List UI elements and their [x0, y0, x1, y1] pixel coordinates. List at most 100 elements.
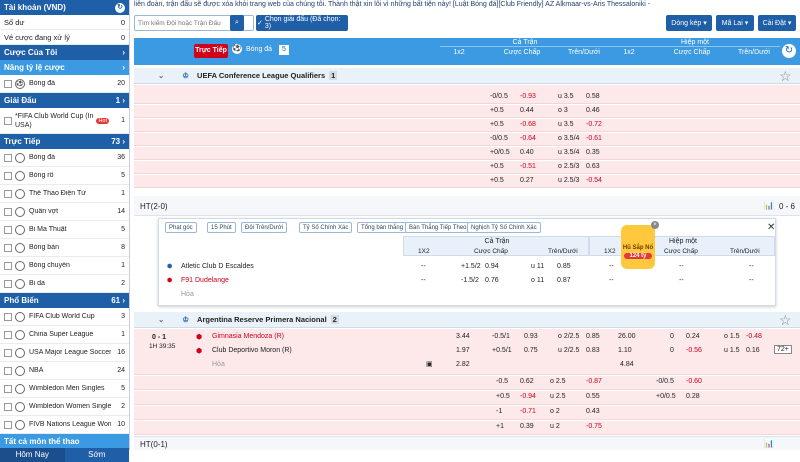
odds-value[interactable]: +1.5/2	[461, 263, 481, 270]
sidebar-item[interactable]: USA Major League Soccer 16	[0, 344, 129, 362]
sidebar-item[interactable]: Bóng đá 36	[0, 149, 129, 167]
chevron-down-icon[interactable]: ⌄	[158, 71, 164, 80]
odds-value[interactable]: 0.24	[686, 333, 700, 340]
checkbox[interactable]	[4, 366, 12, 375]
odds-value[interactable]: -0/0.5	[656, 378, 674, 385]
checkbox[interactable]	[4, 153, 12, 162]
odds-value[interactable]: 2.82	[456, 361, 470, 368]
sidebar-item[interactable]: China Super League 1	[0, 326, 129, 344]
odds-value[interactable]: o 3	[558, 107, 568, 114]
odds-value[interactable]: --	[421, 277, 426, 284]
checkbox[interactable]	[4, 348, 12, 357]
tab-today[interactable]: Hôm Nay	[0, 448, 65, 462]
market-filter-chip[interactable]: 15 Phút	[207, 222, 236, 233]
odds-type-dropdown[interactable]: Mã Lai ▾	[716, 15, 754, 31]
odds-value[interactable]: 0.83	[586, 347, 600, 354]
tournament-header[interactable]: Giải Đấu 1 ›	[0, 93, 129, 108]
my-bets-header[interactable]: Cược Của Tôi ›	[0, 45, 129, 60]
odds-value[interactable]: -1.5/2	[461, 277, 479, 284]
odds-value[interactable]: -0/0.5	[490, 93, 508, 100]
odds-value[interactable]: -0.64	[520, 135, 536, 142]
odds-value[interactable]: -0.68	[520, 121, 536, 128]
sidebar-item[interactable]: Bóng chuyền 1	[0, 257, 129, 275]
odds-value[interactable]: 3.44	[456, 333, 470, 340]
sidebar-item[interactable]: NBA 24	[0, 362, 129, 380]
odds-value[interactable]: 0.85	[586, 333, 600, 340]
odds-value[interactable]: 1.97	[456, 347, 470, 354]
odds-value[interactable]: --	[749, 277, 754, 284]
odds-value[interactable]: -0/0.5	[490, 135, 508, 142]
odds-value[interactable]: -0.87	[586, 378, 602, 385]
odds-value[interactable]: +0.5	[490, 177, 504, 184]
odds-value[interactable]: 0	[670, 347, 674, 354]
sidebar-item[interactable]: Bi Ma Thuật 5	[0, 221, 129, 239]
odds-value[interactable]: u 1.5	[724, 347, 740, 354]
market-filter-chip[interactable]: Phạt góc	[165, 222, 197, 233]
odds-value[interactable]: --	[609, 263, 614, 270]
market-filter-chip[interactable]: Tỷ Số Chính Xác	[299, 222, 353, 233]
more-bets-button[interactable]: 72+	[774, 345, 792, 354]
odds-value[interactable]: u 11	[531, 263, 544, 270]
odds-value[interactable]: --	[609, 277, 614, 284]
odds-value[interactable]: -0.94	[520, 393, 536, 400]
odds-value[interactable]: 0.35	[586, 149, 600, 156]
odds-value[interactable]: u 3.5/4	[558, 149, 579, 156]
odds-value[interactable]: 0.27	[520, 177, 534, 184]
odds-value[interactable]: +1	[496, 423, 504, 430]
odds-value[interactable]: -0.5	[496, 378, 508, 385]
odds-value[interactable]: -0.72	[586, 121, 602, 128]
odds-value[interactable]: 0.62	[520, 378, 534, 385]
odds-value[interactable]: o 2/2.5	[558, 333, 579, 340]
stats-icon[interactable]: 📊	[764, 201, 774, 210]
odds-value[interactable]: 0	[670, 333, 674, 340]
odds-value[interactable]: 0.40	[520, 149, 534, 156]
odds-value[interactable]: +0.5	[490, 107, 504, 114]
sidebar-item[interactable]: Bóng bàn 8	[0, 239, 129, 257]
odds-value[interactable]: 26.00	[618, 333, 636, 340]
odds-value[interactable]: 0.43	[586, 408, 600, 415]
sidebar-item[interactable]: Bóng rổ 5	[0, 167, 129, 185]
odds-value[interactable]: 0.85	[557, 263, 571, 270]
market-filter-chip[interactable]: Nghịch Tỷ Số Chính Xác	[467, 222, 541, 233]
sidebar-item[interactable]: Wimbledon Women Singles 2	[0, 398, 129, 416]
odds-value[interactable]: 0.44	[520, 107, 534, 114]
sidebar-item[interactable]: Thể Thao Điện Tử 1	[0, 185, 129, 203]
search-button[interactable]: ⌕	[230, 15, 244, 31]
odds-value[interactable]: o 2.5	[550, 378, 566, 385]
choose-league-button[interactable]: ✓ Chọn giải đấu (Đã chọn: 3)	[256, 15, 348, 31]
odds-value[interactable]: o 3.5/4	[558, 135, 579, 142]
sidebar-item[interactable]: FIFA Club World Cup 3	[0, 308, 129, 326]
odds-value[interactable]: --	[679, 277, 684, 284]
odds-value[interactable]: 0.94	[485, 263, 499, 270]
odds-value[interactable]: -0.48	[746, 333, 762, 340]
checkbox[interactable]	[4, 171, 12, 180]
boost-odds-header[interactable]: Nâng tỷ lệ cược ›	[0, 60, 129, 75]
checkbox[interactable]	[4, 189, 12, 198]
odds-value[interactable]: -0.60	[686, 378, 702, 385]
close-icon[interactable]: ✕	[767, 222, 775, 233]
odds-value[interactable]: 0.58	[586, 93, 600, 100]
checkbox[interactable]	[4, 330, 12, 339]
sidebar-item[interactable]: Bi da 2	[0, 275, 129, 293]
league-header[interactable]: ⌄ ♔ UEFA Conference League Qualifiers 1	[134, 68, 800, 84]
checkbox[interactable]	[4, 207, 12, 216]
odds-value[interactable]: o 1.5	[724, 333, 740, 340]
odds-value[interactable]: 0.75	[524, 347, 538, 354]
odds-value[interactable]: 4.84	[620, 361, 634, 368]
sidebar-item[interactable]: Quần vợt 14	[0, 203, 129, 221]
league-header[interactable]: ⌄ ♔ Argentina Reserve Primera Nacional 2	[134, 312, 800, 328]
favorite-star-icon[interactable]: ☆	[779, 313, 793, 327]
checkbox[interactable]	[4, 312, 12, 321]
checkbox[interactable]	[4, 384, 12, 393]
odds-value[interactable]: 0.87	[557, 277, 571, 284]
tab-early[interactable]: Sớm	[65, 448, 130, 462]
odds-value[interactable]: 0.16	[746, 347, 760, 354]
checkbox[interactable]	[4, 279, 12, 288]
sidebar-item[interactable]: FIVB Nations League Women 10	[0, 416, 129, 434]
odds-value[interactable]: o 11	[531, 277, 544, 284]
jackpot-widget[interactable]: Hũ Sắp Nổ 124 tỷ	[621, 225, 655, 269]
odds-value[interactable]: u 2.5	[550, 393, 566, 400]
sidebar-item-club-world-cup[interactable]: *FIFA Club World Cup (In USA) Hot 1	[0, 108, 129, 134]
odds-value[interactable]: 0.28	[686, 393, 700, 400]
close-icon[interactable]: ×	[651, 221, 659, 229]
